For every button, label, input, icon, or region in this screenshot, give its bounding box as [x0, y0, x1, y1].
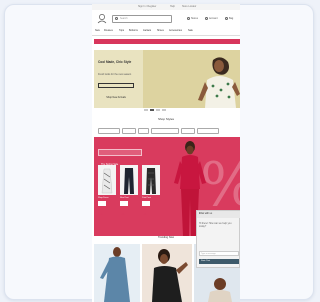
section-title-shop-styles: Shop Styles: [157, 117, 174, 121]
category-pills: New Arrivals Dresses Tops Bottoms & Jean…: [98, 128, 238, 145]
stores-link[interactable]: Stores: [187, 17, 198, 21]
product-name[interactable]: Print Pant: [142, 197, 160, 199]
pill-new-arrivals[interactable]: New Arrivals: [98, 128, 120, 145]
carousel-dot[interactable]: [156, 109, 160, 111]
hero-banner[interactable]: Cool Made, Chic Style Fresh looks for th…: [94, 50, 240, 108]
chat-message-input[interactable]: Type a message: [199, 251, 239, 256]
search-input[interactable]: Search: [112, 15, 172, 23]
carousel-dot[interactable]: [162, 109, 166, 111]
product-card[interactable]: [142, 165, 160, 195]
product-image: [142, 165, 160, 195]
nav-item-new[interactable]: New: [95, 29, 100, 32]
hero-image: [143, 50, 240, 108]
help-link[interactable]: Help: [170, 5, 175, 8]
chat-header: Chat with us ×: [197, 211, 240, 218]
hero-cta-label: Shop New Arrivals: [106, 96, 126, 100]
pill-jackets[interactable]: Jackets: [181, 128, 195, 145]
sale-label[interactable]: The Spring Sale: [98, 149, 142, 166]
nav-item-dresses[interactable]: Dresses: [104, 29, 113, 32]
chat-start-button[interactable]: Start Chat: [199, 259, 239, 264]
utility-bar: Sign In / Register Help Store Locator: [92, 4, 240, 10]
nav-item-sale[interactable]: Sale: [188, 29, 193, 32]
hero-cta-button[interactable]: Shop New Arrivals: [98, 83, 134, 99]
nav-item-bottoms[interactable]: Bottoms: [129, 29, 138, 32]
nav-item-tops[interactable]: Tops: [119, 29, 124, 32]
trend-image: [94, 244, 140, 302]
store-locator-link[interactable]: Store Locator: [182, 5, 196, 8]
trend-tile[interactable]: [94, 244, 140, 302]
nav-item-accessories[interactable]: Accessories: [169, 29, 182, 32]
nav-item-shoes[interactable]: Shoes: [157, 29, 164, 32]
location-icon: [187, 17, 190, 20]
carousel-dot-active[interactable]: [150, 109, 154, 111]
promo-banner[interactable]: Free shipping on orders over $75 | Shop …: [94, 39, 240, 54]
product-price: $39: [142, 201, 150, 216]
search-icon: [115, 17, 118, 21]
brand-logo[interactable]: [96, 13, 108, 25]
chat-message: Hi there! How can we help you today?: [199, 222, 232, 229]
product-name[interactable]: Slim Pant: [120, 197, 138, 199]
account-link[interactable]: Account: [205, 17, 218, 21]
sign-in-link[interactable]: Sign In / Register: [138, 5, 156, 8]
pill-tops[interactable]: Tops: [138, 128, 149, 145]
pill-bottoms-jeans[interactable]: Bottoms & Jeans: [151, 128, 179, 145]
hero-subtext: Fresh looks for the new season: [98, 73, 132, 76]
user-icon: [205, 17, 208, 20]
product-price: $39: [120, 201, 128, 216]
close-icon[interactable]: ×: [199, 212, 239, 215]
webpage: Sign In / Register Help Store Locator Se…: [92, 4, 240, 302]
bag-link[interactable]: Bag: [225, 17, 233, 21]
product-card[interactable]: [120, 165, 138, 195]
pill-best-sellers[interactable]: Best Sellers: [197, 128, 219, 145]
main-nav: New Dresses Tops Bottoms Jackets Shoes A…: [92, 27, 240, 36]
pill-dresses[interactable]: Dresses: [122, 128, 136, 145]
product-image: [120, 165, 138, 195]
nav-item-jackets[interactable]: Jackets: [143, 29, 151, 32]
trend-image: [142, 244, 192, 302]
bag-icon: [225, 17, 228, 20]
product-image: [98, 165, 116, 195]
chat-widget: Chat with us × Hi there! How can we help…: [196, 210, 240, 268]
trend-tile[interactable]: [142, 244, 192, 302]
product-name[interactable]: Wrap Dress: [98, 197, 116, 199]
product-price: $49: [98, 201, 106, 216]
hero-headline: Cool Made, Chic Style: [98, 60, 132, 64]
carousel-dot[interactable]: [144, 109, 148, 111]
product-card[interactable]: [98, 165, 116, 195]
search-placeholder: Search: [120, 16, 128, 20]
